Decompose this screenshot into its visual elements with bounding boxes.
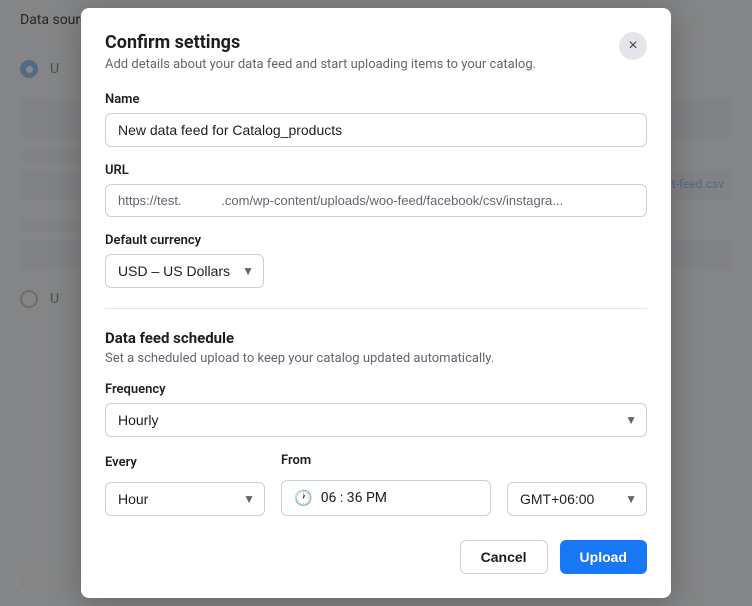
name-field-group: Name [105,92,647,147]
modal-overlay: Confirm settings Add details about your … [0,0,752,606]
frequency-label: Frequency [105,382,647,397]
url-label: URL [105,163,647,178]
time-input-wrapper[interactable]: 🕐 06 : 36 PM [281,480,491,516]
url-input[interactable] [105,184,647,217]
schedule-section: Data feed schedule Set a scheduled uploa… [105,329,647,516]
every-col: Every Hour ▼ [105,455,265,516]
tz-select[interactable]: GMT+06:00 [507,482,647,516]
modal-header: Confirm settings Add details about your … [105,32,647,72]
name-input[interactable] [105,113,647,147]
section-divider [105,308,647,309]
confirm-settings-modal: Confirm settings Add details about your … [81,8,671,598]
frequency-select[interactable]: Hourly [105,403,647,437]
schedule-time-row: Every Hour ▼ From 🕐 06 : 36 PM [105,453,647,516]
modal-title-area: Confirm settings Add details about your … [105,32,536,72]
time-value: 06 : 36 PM [321,490,387,506]
currency-select[interactable]: USD – US Dollars [105,254,264,288]
modal-subtitle: Add details about your data feed and sta… [105,57,536,72]
info-icon: i [16,572,36,592]
from-label: From [281,453,491,468]
url-field-group: URL [105,163,647,217]
cancel-button[interactable]: Cancel [460,540,548,574]
from-col: From 🕐 06 : 36 PM [281,453,491,516]
modal-footer: Cancel Upload [105,540,647,574]
every-select[interactable]: Hour [105,482,265,516]
every-select-wrapper: Hour ▼ [105,482,265,516]
schedule-title: Data feed schedule [105,329,647,347]
currency-field-group: Default currency USD – US Dollars ▼ [105,233,647,288]
currency-select-wrapper: USD – US Dollars ▼ [105,254,264,288]
frequency-field-group: Frequency Hourly ▼ [105,382,647,437]
clock-icon: 🕐 [294,489,313,507]
tz-select-wrapper: GMT+06:00 ▼ [507,482,647,516]
close-icon: × [628,37,637,55]
name-label: Name [105,92,647,107]
every-label: Every [105,455,265,470]
close-button[interactable]: × [619,32,647,60]
schedule-subtitle: Set a scheduled upload to keep your cata… [105,351,647,366]
currency-label: Default currency [105,233,647,248]
modal-title: Confirm settings [105,32,536,53]
frequency-select-wrapper: Hourly ▼ [105,403,647,437]
upload-button[interactable]: Upload [560,540,647,574]
tz-col: GMT+06:00 ▼ [507,482,647,516]
